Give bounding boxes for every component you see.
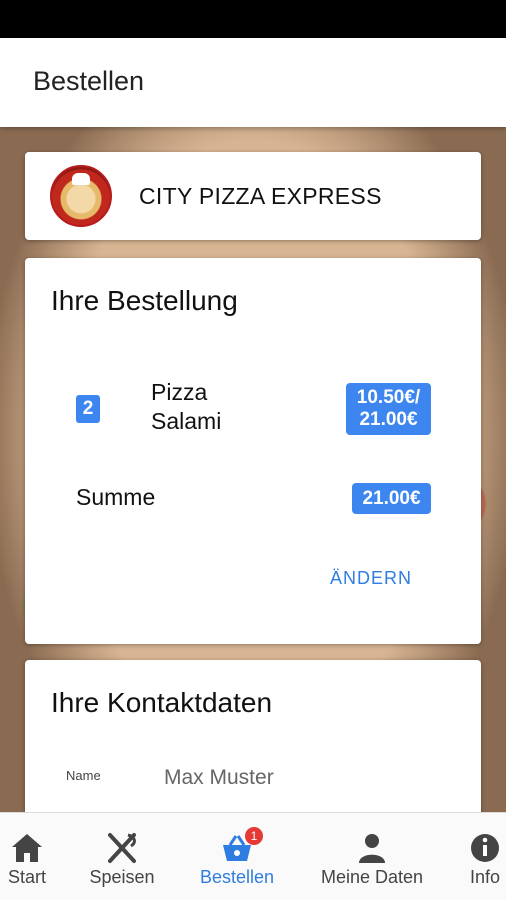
quantity-badge: 2 xyxy=(76,395,100,423)
nav-item-meine-daten[interactable]: Meine Daten xyxy=(313,813,431,900)
change-order-button[interactable]: ÄNDERN xyxy=(321,560,421,596)
sum-label: Summe xyxy=(76,484,156,510)
contact-card: Ihre Kontaktdaten Name Max Muster xyxy=(25,660,481,812)
item-price-badge: 10.50€/ 21.00€ xyxy=(346,383,431,435)
restaurant-logo xyxy=(50,165,112,227)
nav-item-bestellen[interactable]: 1 Bestellen xyxy=(193,813,281,900)
restaurant-card: CITY PIZZA EXPRESS xyxy=(25,152,481,240)
status-bar xyxy=(0,0,506,38)
nav-label-start: Start xyxy=(7,867,46,887)
item-name: Pizza Salami xyxy=(151,379,222,434)
nav-item-info[interactable]: Info xyxy=(464,813,506,900)
name-field[interactable]: Max Muster xyxy=(164,766,274,790)
nav-item-start[interactable]: Start xyxy=(0,813,54,900)
nav-label-meine-daten: Meine Daten xyxy=(320,867,424,887)
utensils-icon xyxy=(108,833,136,863)
order-title: Ihre Bestellung xyxy=(51,285,238,316)
person-icon xyxy=(359,834,385,863)
nav-item-speisen[interactable]: Speisen xyxy=(84,813,160,900)
main-content[interactable]: CITY PIZZA EXPRESS Ihre Bestellung 2 Piz… xyxy=(0,127,506,812)
page-title: Bestellen xyxy=(33,66,145,96)
nav-label-bestellen: Bestellen xyxy=(199,867,275,887)
order-card: Ihre Bestellung 2 Pizza Salami 10.50€/ 2… xyxy=(25,258,481,644)
restaurant-name: CITY PIZZA EXPRESS xyxy=(139,183,382,209)
bottom-navigation: Start Speisen 1 Bestellen Meine Daten In… xyxy=(0,812,506,900)
cart-count-badge: 1 xyxy=(245,827,263,845)
app-bar: Bestellen xyxy=(0,38,506,127)
info-icon xyxy=(471,834,499,862)
home-icon xyxy=(12,834,42,862)
nav-label-info: Info xyxy=(469,867,501,887)
nav-label-speisen: Speisen xyxy=(89,867,155,887)
name-field-label: Name xyxy=(66,768,101,783)
contact-title: Ihre Kontaktdaten xyxy=(51,687,273,718)
sum-price-badge: 21.00€ xyxy=(352,483,431,514)
